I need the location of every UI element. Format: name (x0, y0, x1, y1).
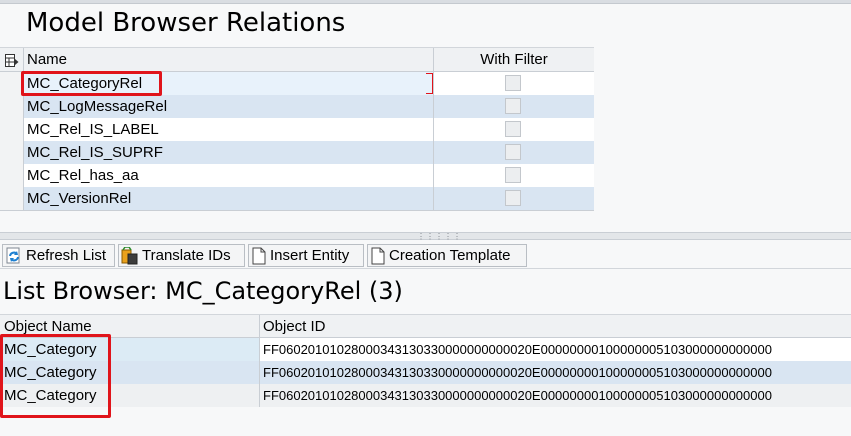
relation-name[interactable]: MC_CategoryRel (24, 72, 434, 95)
column-header-name[interactable]: Name (24, 48, 434, 72)
row-selector[interactable] (0, 141, 24, 164)
relation-name[interactable]: MC_VersionRel (24, 187, 434, 210)
splitter-grip-icon[interactable]: ⋮⋮⋮⋮⋮ (417, 233, 462, 241)
table-row[interactable]: MC_CategoryRel (0, 72, 594, 95)
table-row[interactable]: MC_LogMessageRel (0, 95, 594, 118)
with-filter-cell (434, 95, 594, 118)
translate-icon (121, 246, 138, 264)
table-row[interactable]: MC_Rel_IS_SUPRF (0, 141, 594, 164)
with-filter-checkbox[interactable] (505, 144, 521, 160)
refresh-list-button[interactable]: Refresh List (2, 244, 115, 267)
row-selector[interactable] (0, 72, 24, 95)
table-row[interactable]: MC_Category FF06020101028000343130330000… (0, 361, 851, 384)
object-name-cell[interactable]: MC_Category (0, 384, 260, 407)
with-filter-checkbox[interactable] (505, 167, 521, 183)
relation-name[interactable]: MC_Rel_has_aa (24, 164, 434, 187)
table-row[interactable]: MC_Rel_IS_LABEL (0, 118, 594, 141)
with-filter-checkbox[interactable] (505, 98, 521, 114)
document-icon (252, 247, 266, 264)
translate-ids-button[interactable]: Translate IDs (118, 244, 245, 267)
column-header-object-name[interactable]: Object Name (0, 315, 260, 338)
row-selector[interactable] (0, 187, 24, 210)
creation-template-button[interactable]: Creation Template (367, 244, 527, 267)
with-filter-cell (434, 187, 594, 210)
list-toolbar: Refresh List Translate IDs Insert Entity… (0, 243, 851, 269)
list-browser-table: Object Name Object ID MC_Category FF0602… (0, 314, 851, 409)
with-filter-cell (434, 72, 594, 95)
cell-focus-marker (426, 73, 433, 94)
with-filter-cell (434, 164, 594, 187)
column-settings-icon[interactable] (0, 48, 24, 72)
translate-ids-label: Translate IDs (142, 247, 231, 264)
table-row[interactable]: MC_Category FF06020101028000343130330000… (0, 338, 851, 361)
with-filter-checkbox[interactable] (505, 121, 521, 137)
document-icon (371, 247, 385, 264)
object-id-cell[interactable]: FF06020101028000343130330000000000020E00… (260, 384, 851, 407)
row-selector[interactable] (0, 118, 24, 141)
row-selector[interactable] (0, 164, 24, 187)
refresh-list-label: Refresh List (26, 247, 107, 264)
with-filter-cell (434, 141, 594, 164)
table-row[interactable]: MC_Category FF06020101028000343130330000… (0, 384, 851, 407)
row-selector[interactable] (0, 95, 24, 118)
with-filter-cell (434, 118, 594, 141)
column-header-object-id[interactable]: Object ID (260, 315, 851, 338)
relations-table: Name With Filter MC_CategoryRel MC_LogMe… (0, 47, 594, 211)
refresh-icon (6, 247, 20, 263)
with-filter-checkbox[interactable] (505, 190, 521, 206)
relation-name[interactable]: MC_Rel_IS_SUPRF (24, 141, 434, 164)
object-name-cell[interactable]: MC_Category (0, 361, 260, 384)
column-header-with-filter[interactable]: With Filter (434, 48, 594, 72)
insert-entity-label: Insert Entity (270, 247, 350, 264)
table-row[interactable]: MC_VersionRel (0, 187, 594, 210)
relation-name[interactable]: MC_Rel_IS_LABEL (24, 118, 434, 141)
relation-name[interactable]: MC_LogMessageRel (24, 95, 434, 118)
with-filter-checkbox[interactable] (505, 75, 521, 91)
table-row[interactable]: MC_Rel_has_aa (0, 164, 594, 187)
list-browser-title: List Browser: MC_CategoryRel (3) (3, 277, 403, 305)
creation-template-label: Creation Template (389, 247, 511, 264)
page-title: Model Browser Relations (26, 8, 346, 38)
list-browser-header: Object Name Object ID (0, 314, 851, 338)
object-id-cell[interactable]: FF06020101028000343130330000000000020E00… (260, 338, 851, 361)
window-top-strip (0, 0, 851, 4)
panel-splitter[interactable]: ⋮⋮⋮⋮⋮ (0, 232, 851, 241)
object-name-cell[interactable]: MC_Category (0, 338, 260, 361)
insert-entity-button[interactable]: Insert Entity (248, 244, 364, 267)
object-id-cell[interactable]: FF06020101028000343130330000000000020E00… (260, 361, 851, 384)
relations-table-header: Name With Filter (0, 47, 594, 72)
